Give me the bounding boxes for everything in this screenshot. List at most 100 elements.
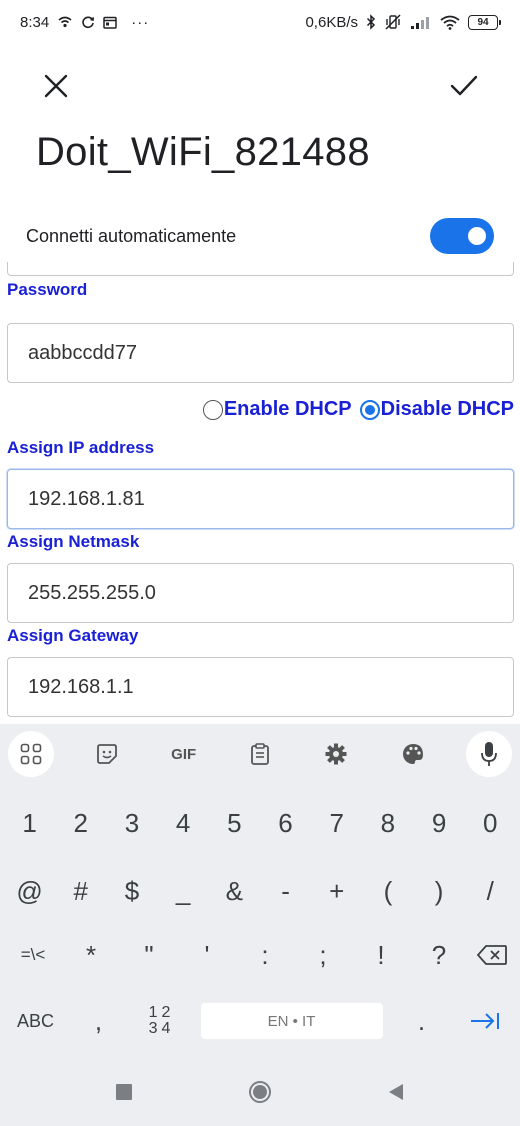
number-key[interactable]: 7 — [313, 798, 361, 848]
back-button[interactable] — [376, 1072, 416, 1112]
bluetooth-icon — [366, 14, 376, 30]
disable-dhcp-option[interactable]: Disable DHCP — [359, 398, 514, 421]
numpad-key[interactable]: 12 34 — [138, 996, 186, 1046]
status-right: 0,6KB/s 94 — [305, 13, 501, 31]
status-left: 8:34 ··· — [20, 14, 149, 31]
symbol-key[interactable]: $ — [108, 866, 156, 916]
close-icon — [44, 74, 68, 98]
punctuation-key[interactable]: ! — [357, 930, 405, 980]
apps-button[interactable] — [8, 731, 54, 777]
keyboard-row-bottom: ABC , 12 34 EN • IT . — [0, 996, 520, 1046]
symbol-key[interactable]: _ — [159, 866, 207, 916]
number-key[interactable]: 8 — [364, 798, 412, 848]
comma-key[interactable]: , — [75, 996, 123, 1046]
punctuation-key[interactable]: ? — [415, 930, 463, 980]
numpad-label: 12 34 — [149, 1005, 175, 1037]
netmask-input[interactable] — [7, 563, 514, 623]
recents-button[interactable] — [104, 1072, 144, 1112]
keyboard-row-punctuation: =\< * " ':;!? — [0, 930, 520, 980]
enable-dhcp-option[interactable]: Enable DHCP — [202, 398, 352, 421]
punctuation-keys: =\< * " ':;!? — [4, 930, 468, 980]
punctuation-key[interactable]: " — [125, 930, 173, 980]
number-key[interactable]: 3 — [108, 798, 156, 848]
microphone-icon — [481, 742, 497, 766]
palette-icon — [402, 744, 423, 764]
close-button[interactable] — [36, 66, 76, 106]
symbol-key[interactable]: & — [210, 866, 258, 916]
gateway-label: Assign Gateway — [7, 626, 139, 645]
period-key[interactable]: . — [398, 996, 446, 1046]
gateway-input[interactable] — [7, 657, 514, 717]
symbol-key[interactable]: - — [262, 866, 310, 916]
clipboard-button[interactable] — [237, 731, 283, 777]
status-time: 8:34 — [20, 13, 50, 31]
punctuation-key[interactable]: ' — [183, 930, 231, 980]
vibrate-off-icon — [384, 14, 402, 30]
number-key[interactable]: 2 — [57, 798, 105, 848]
symbol-key[interactable]: + — [313, 866, 361, 916]
symbol-key[interactable]: ) — [415, 866, 463, 916]
grid-icon — [20, 743, 42, 765]
numpad-bottom: 34 — [148, 1020, 175, 1037]
auto-connect-toggle[interactable] — [430, 218, 494, 254]
symbol-key[interactable]: / — [466, 866, 514, 916]
toggle-knob — [468, 227, 486, 245]
ip-address-label: Assign IP address — [7, 438, 155, 457]
number-key[interactable]: 4 — [159, 798, 207, 848]
keyboard-row-symbols: @ # $ _ & - +() / — [0, 866, 520, 916]
password-input[interactable] — [7, 323, 514, 383]
auto-connect-row: Connetti automaticamente — [26, 214, 494, 258]
battery-indicator: 94 — [468, 14, 501, 30]
gif-button[interactable]: GIF — [161, 731, 207, 777]
punctuation-key[interactable]: =\< — [9, 930, 57, 980]
wifi-icon — [440, 15, 460, 30]
sticker-button[interactable] — [84, 731, 130, 777]
next-field-key[interactable] — [461, 996, 509, 1046]
confirm-button[interactable] — [444, 66, 484, 106]
more-notifications: ··· — [131, 13, 150, 31]
password-label: Password — [7, 280, 88, 299]
navigation-bar — [0, 1058, 520, 1126]
netmask-label: Assign Netmask — [7, 532, 140, 551]
config-form: Password Enable DHCP Disable DHCP Assign… — [0, 262, 520, 724]
sync-icon — [81, 15, 95, 29]
enable-dhcp-radio[interactable] — [202, 399, 223, 420]
dhcp-options: Enable DHCP Disable DHCP — [197, 398, 514, 421]
number-key[interactable]: 1 — [6, 798, 54, 848]
previous-field-partial[interactable] — [7, 262, 514, 276]
network-name-title: Doit_WiFi_821488 — [36, 130, 370, 174]
keyboard-toolbar: GIF — [0, 724, 520, 784]
theme-button[interactable] — [390, 731, 436, 777]
voice-input-button[interactable] — [465, 731, 512, 777]
punctuation-key[interactable]: * — [67, 930, 115, 980]
punctuation-key[interactable]: : — [241, 930, 289, 980]
calendar-icon — [103, 16, 117, 29]
disable-dhcp-label: Disable DHCP — [380, 398, 514, 420]
symbol-key[interactable]: @ — [6, 866, 54, 916]
home-button[interactable] — [240, 1072, 280, 1112]
space-key[interactable]: EN • IT — [200, 1003, 383, 1039]
back-triangle-icon — [389, 1084, 403, 1100]
number-key[interactable]: 5 — [210, 798, 258, 848]
enable-dhcp-label: Enable DHCP — [223, 398, 352, 420]
punctuation-key[interactable]: ; — [299, 930, 347, 980]
number-key[interactable]: 6 — [262, 798, 310, 848]
number-key[interactable]: 0 — [466, 798, 514, 848]
auto-connect-label: Connetti automaticamente — [26, 225, 237, 246]
network-speed: 0,6KB/s — [305, 13, 358, 31]
gear-icon — [325, 743, 347, 765]
hotspot-icon — [57, 15, 73, 29]
tab-arrow-icon — [470, 1013, 499, 1029]
keyboard-row-numbers: 1234567890 — [0, 798, 520, 848]
check-icon — [450, 75, 478, 96]
ip-address-input[interactable] — [7, 469, 514, 529]
disable-dhcp-radio[interactable] — [359, 399, 380, 420]
abc-key[interactable]: ABC — [12, 996, 60, 1046]
sticker-icon — [97, 744, 118, 764]
symbol-key[interactable]: ( — [364, 866, 412, 916]
number-key[interactable]: 9 — [415, 798, 463, 848]
symbol-key[interactable]: # — [57, 866, 105, 916]
backspace-key[interactable] — [468, 930, 516, 980]
settings-button[interactable] — [313, 731, 359, 777]
status-bar: 8:34 ··· 0,6KB/s 94 — [0, 0, 520, 44]
